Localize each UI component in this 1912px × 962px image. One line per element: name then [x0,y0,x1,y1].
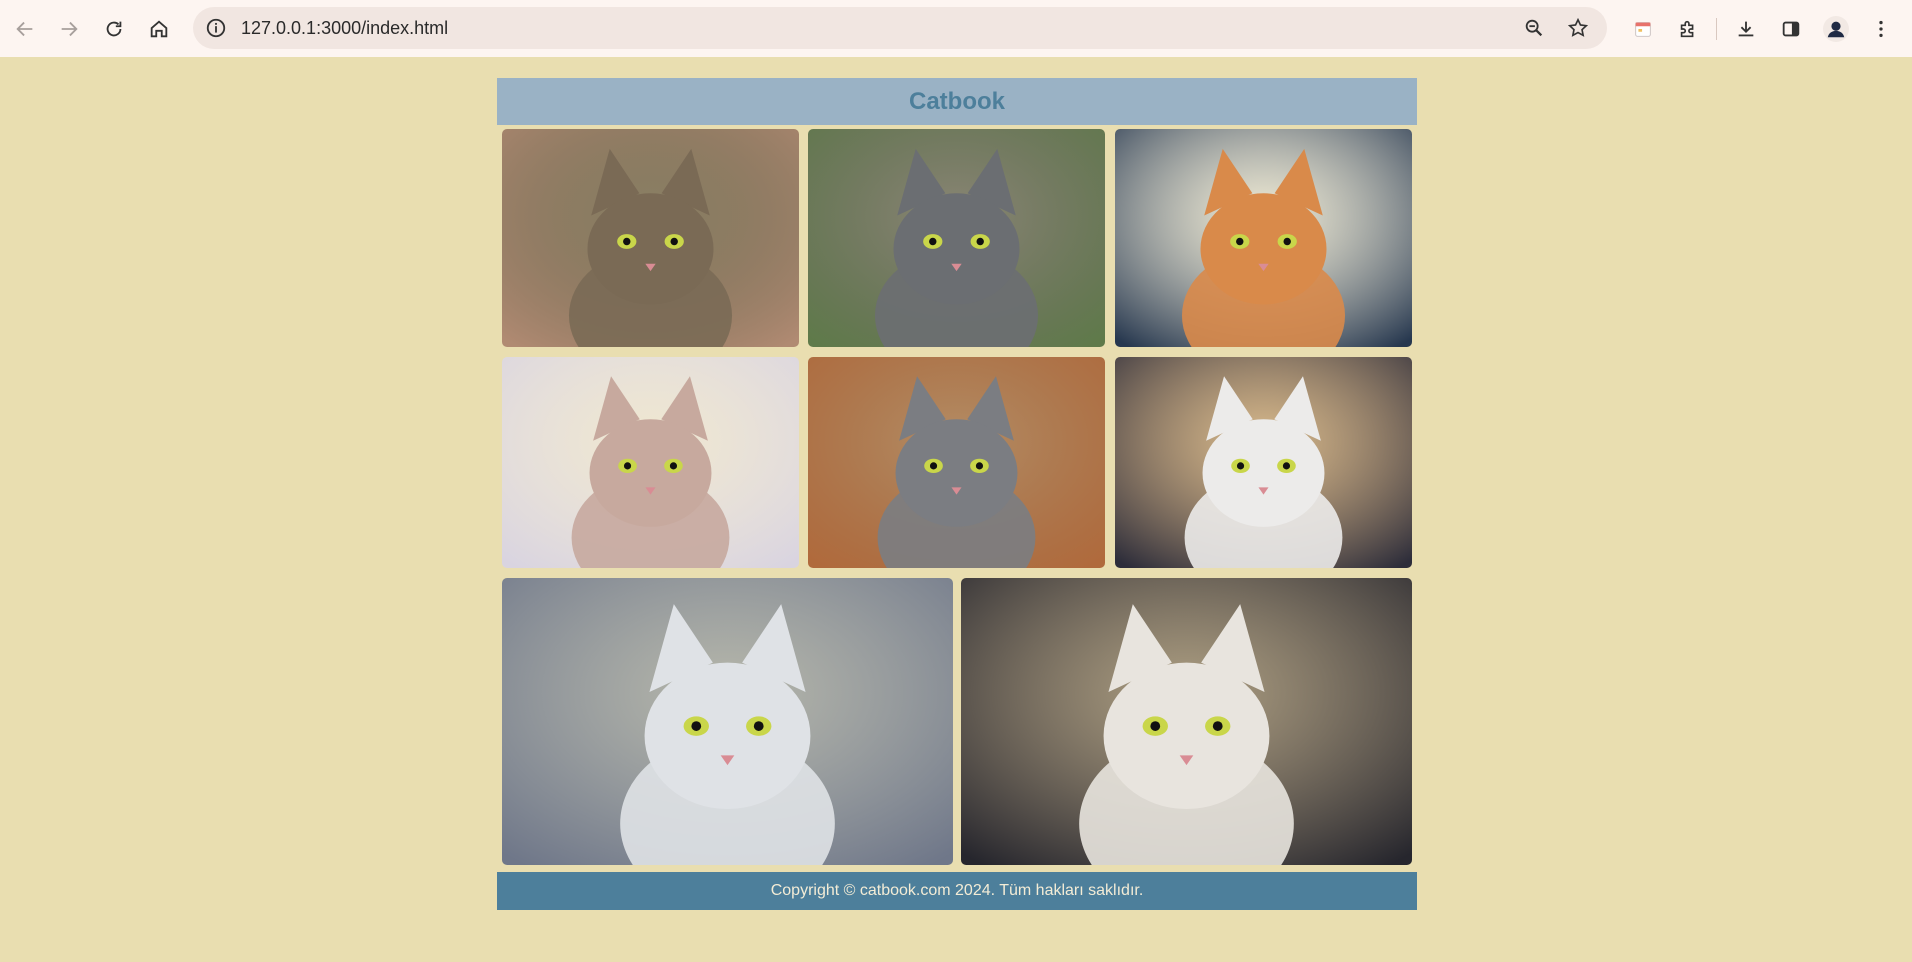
bookmark-button[interactable] [1559,9,1597,47]
photo-gallery [497,125,1417,868]
gray-cat-sofa-photo [808,357,1105,568]
calendar-extension-icon [1634,21,1651,37]
extensions-button[interactable] [1665,6,1710,51]
arrow-right-icon [61,21,78,36]
fluffy-orange-cat-photo [1115,129,1412,347]
site-footer: Copyright © catbook.com 2024. Tüm haklar… [497,872,1417,910]
white-gray-cat-closeup-photo [502,578,953,865]
white-kitten-photo [1115,357,1412,568]
browser-toolbar: 127.0.0.1:3000/index.html [0,0,1912,57]
tabby-cat-photo [502,129,799,347]
back-button[interactable] [2,6,47,51]
gray-cat-garden-photo [808,129,1105,347]
home-icon [150,19,167,37]
menu-button[interactable] [1858,6,1903,51]
site-info-icon[interactable] [203,15,229,41]
arrow-left-icon [15,21,32,36]
toolbar-actions [1620,6,1903,51]
url-text[interactable]: 127.0.0.1:3000/index.html [241,18,448,39]
downloads-button[interactable] [1723,6,1768,51]
reload-button[interactable] [91,6,136,51]
download-icon [1738,21,1753,36]
side-panel-button[interactable] [1768,6,1813,51]
puzzle-icon [1680,20,1693,37]
star-icon [1567,17,1589,37]
extension-calendar-button[interactable] [1620,6,1665,51]
ragdoll-kitten-photo [961,578,1412,865]
more-vertical-icon [1878,20,1883,37]
forward-button[interactable] [46,6,91,51]
address-bar[interactable]: 127.0.0.1:3000/index.html [193,7,1607,49]
copyright-text: Copyright © catbook.com 2024. Tüm haklar… [770,882,1144,899]
profile-avatar-icon [1827,21,1844,37]
reload-icon [106,21,121,36]
toolbar-divider [1716,17,1717,40]
side-panel-icon [1782,21,1799,36]
zoom-button[interactable] [1515,9,1553,47]
sphynx-kitten-photo [502,357,799,568]
site-title: Catbook [909,87,1005,115]
site-header: Catbook [497,78,1417,125]
home-button[interactable] [136,6,181,51]
avatar [1822,15,1849,42]
catbook-page: Catbook Copyright © catbook.com 2024. Tü… [497,78,1417,910]
zoom-icon [1525,19,1543,37]
profile-button[interactable] [1813,6,1858,51]
